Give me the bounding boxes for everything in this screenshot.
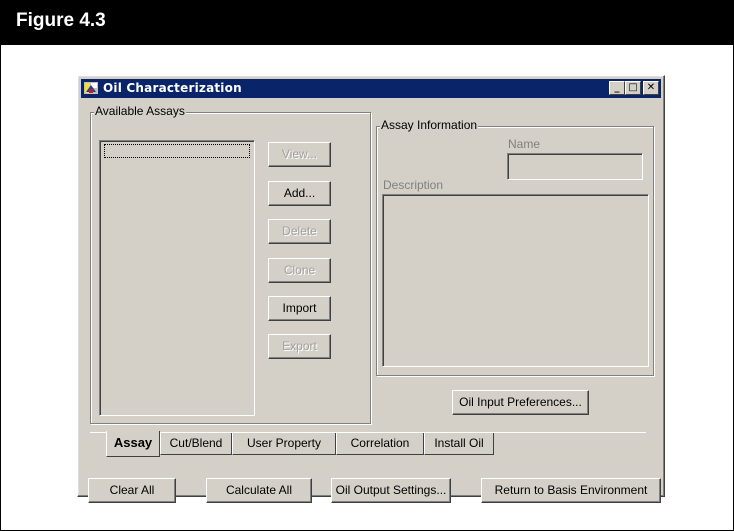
oil-characterization-window: Oil Characterization _ □ ✕ Available Ass… (77, 75, 665, 503)
tab-user-property[interactable]: User Property (232, 433, 336, 455)
clone-button[interactable]: Clone (268, 258, 331, 283)
minimize-button[interactable]: _ (609, 81, 625, 95)
list-focus-rect (104, 144, 250, 158)
window-title: Oil Characterization (103, 81, 242, 95)
import-button[interactable]: Import (268, 296, 331, 321)
description-field[interactable] (382, 194, 649, 367)
close-button[interactable]: ✕ (643, 81, 659, 95)
figure-header: Figure 4.3 (0, 0, 734, 45)
name-field[interactable] (507, 153, 643, 180)
oil-input-preferences-button[interactable]: Oil Input Preferences... (452, 390, 589, 415)
delete-button[interactable]: Delete (268, 219, 331, 244)
assay-list[interactable] (99, 140, 255, 416)
title-bar[interactable]: Oil Characterization _ □ ✕ (81, 79, 661, 98)
tab-assay[interactable]: Assay (106, 431, 160, 457)
return-to-basis-button[interactable]: Return to Basis Environment (481, 478, 661, 503)
available-assays-label: Available Assays (94, 104, 186, 118)
assay-information-label: Assay Information (380, 118, 479, 132)
export-button[interactable]: Export (268, 334, 331, 359)
tab-install-oil[interactable]: Install Oil (424, 433, 494, 455)
description-label: Description (383, 178, 444, 192)
figure-title: Figure 4.3 (16, 10, 106, 31)
tab-cut-blend[interactable]: Cut/Blend (160, 433, 232, 455)
oil-output-settings-button[interactable]: Oil Output Settings... (331, 478, 451, 503)
add-button[interactable]: Add... (268, 181, 331, 206)
maximize-button[interactable]: □ (625, 81, 641, 95)
tab-correlation[interactable]: Correlation (336, 433, 424, 455)
view-button[interactable]: View... (268, 142, 331, 167)
clear-all-button[interactable]: Clear All (88, 478, 176, 503)
oil-app-icon (84, 82, 98, 94)
calculate-all-button[interactable]: Calculate All (206, 478, 312, 503)
name-label: Name (508, 137, 541, 151)
